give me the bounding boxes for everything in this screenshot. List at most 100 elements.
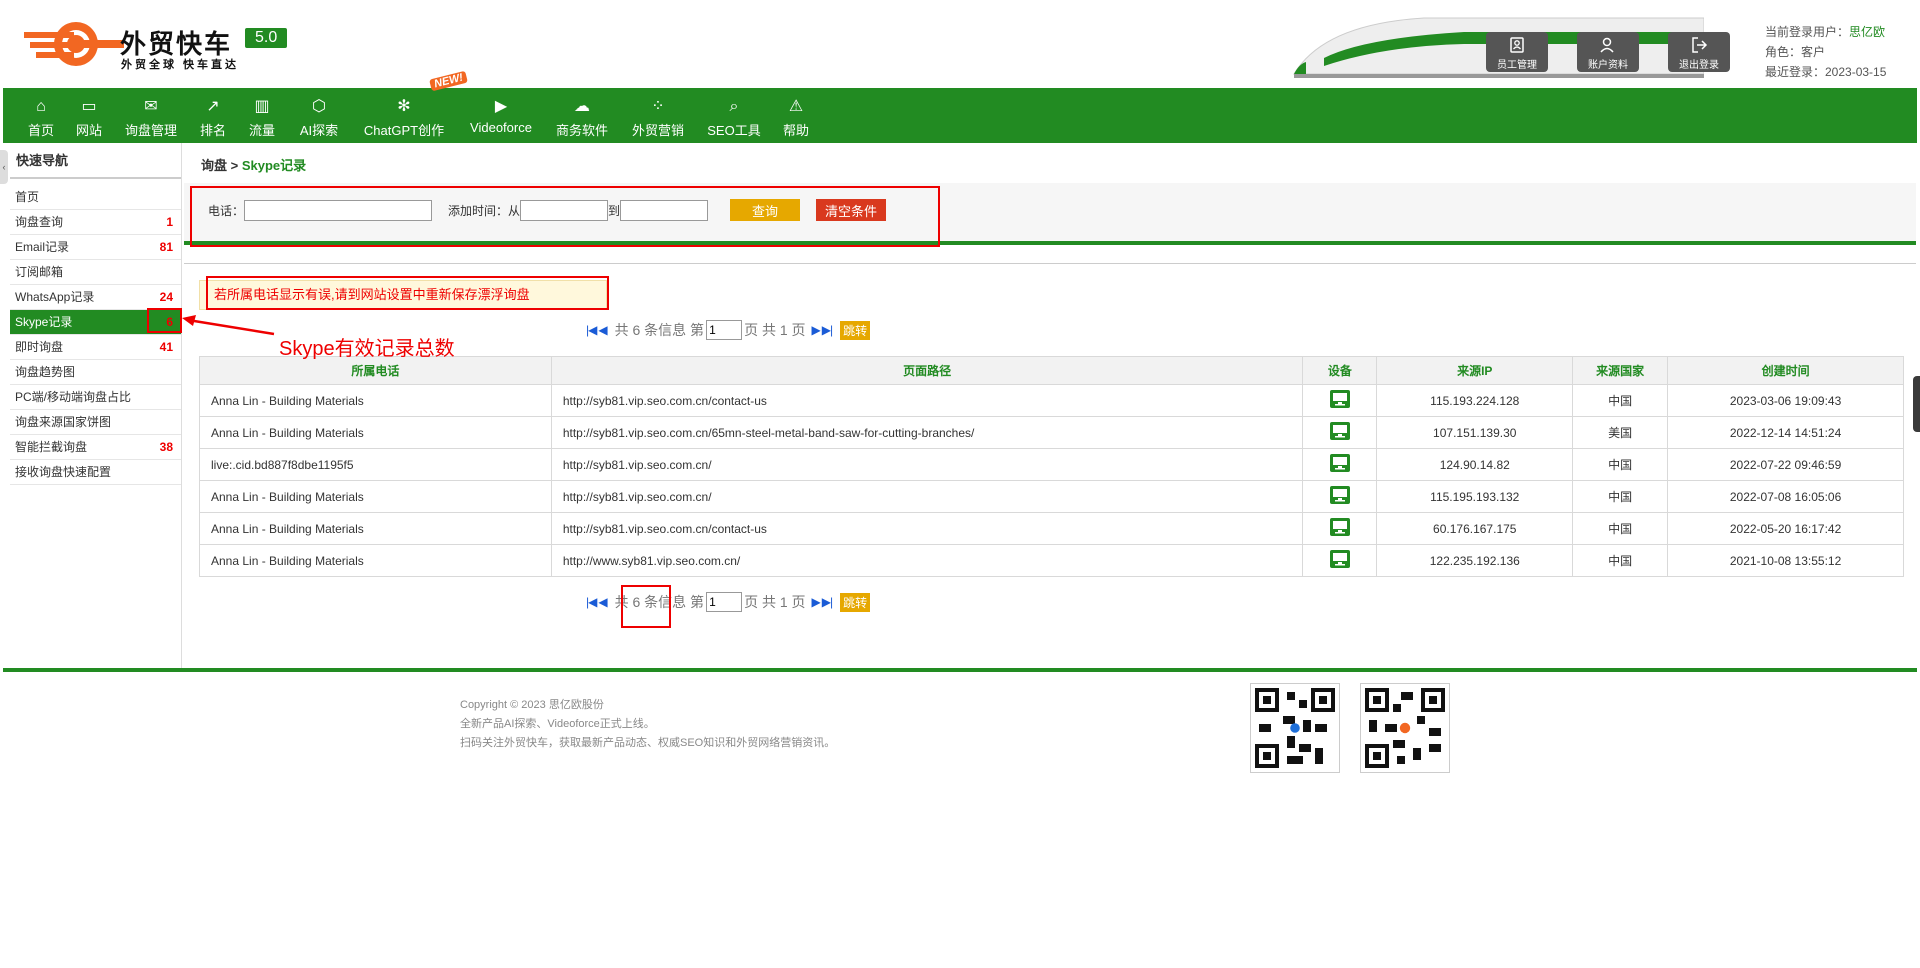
next-page-icon[interactable]: ▶ xyxy=(812,323,821,337)
sidebar-item-country-pie[interactable]: 询盘来源国家饼图 xyxy=(10,410,181,435)
nav-seo-tools[interactable]: ⌕ SEO工具 xyxy=(705,88,763,143)
cell-source-ip: 107.151.139.30 xyxy=(1376,416,1574,449)
table-row: Anna Lin - Building Materials http://syb8… xyxy=(199,384,1904,417)
staff-management-button[interactable]: 员工管理 xyxy=(1486,32,1548,72)
cell-country: 中国 xyxy=(1572,512,1669,545)
ai-icon: ⬡ xyxy=(312,98,326,115)
login-user-label: 当前登录用户： xyxy=(1765,25,1850,39)
prev-page-icon[interactable]: ◀ xyxy=(598,595,607,609)
cell-page-path: http://syb81.vip.seo.com.cn/ xyxy=(550,480,1304,513)
cell-device xyxy=(1302,384,1378,417)
cell-phone: live:.cid.bd887f8dbe1195f5 xyxy=(199,448,552,481)
search-icon: ⌕ xyxy=(729,98,739,115)
desktop-device-icon xyxy=(1329,550,1350,568)
user-role: 角色：客户 xyxy=(1765,45,1826,59)
sidebar-item-label: Email记录 xyxy=(15,240,70,254)
nav-label: 询盘管理 xyxy=(124,123,177,138)
bar-chart-icon: ▥ xyxy=(254,98,270,115)
nav-label: AI探索 xyxy=(299,123,339,138)
account-info-label: 账户资料 xyxy=(1588,60,1628,71)
first-page-icon[interactable]: |◀ xyxy=(586,595,597,609)
annotation-box-notice xyxy=(206,276,609,310)
logout-icon xyxy=(1692,37,1708,53)
nav-chatgpt[interactable]: ✻ ChatGPT创作 xyxy=(361,88,447,143)
sidebar-item-label: 接收询盘快速配置 xyxy=(15,465,112,479)
qr-code-icon xyxy=(1250,683,1340,773)
login-user-name[interactable]: 思亿欧 xyxy=(1849,25,1885,39)
breadcrumb-parent[interactable]: 询盘 xyxy=(201,158,227,173)
cell-page-path: http://www.syb81.vip.seo.com.cn/ xyxy=(550,544,1304,577)
main-nav: ⌂ 首页 ▭ 网站 ✉ 询盘管理 ↗ 排名 ▥ 流量 ⬡ AI探索 ✻ Chat… xyxy=(3,88,1917,143)
sidebar-item-inquiry-search[interactable]: 询盘查询 1 xyxy=(10,210,181,235)
sidebar-item-label: Skype记录 xyxy=(15,315,73,329)
nav-ranking[interactable]: ↗ 排名 xyxy=(197,88,229,143)
sidebar-item-count: 81 xyxy=(159,240,173,254)
nav-label: Videoforce xyxy=(470,120,532,135)
sidebar-collapse-handle[interactable]: ‹ xyxy=(0,150,8,184)
nav-inquiry-management[interactable]: ✉ 询盘管理 xyxy=(121,88,181,143)
last-page-icon[interactable]: ▶| xyxy=(822,595,833,609)
monitor-icon: ▭ xyxy=(81,98,97,115)
rank-icon: ↗ xyxy=(206,98,220,115)
cell-created: 2022-07-08 16:05:06 xyxy=(1667,480,1904,513)
page-number-input[interactable] xyxy=(706,320,743,340)
page-number-input[interactable] xyxy=(706,592,743,612)
go-button[interactable]: 跳转 xyxy=(840,320,871,340)
sidebar-item-email-records[interactable]: Email记录 81 xyxy=(10,235,181,260)
logout-button[interactable]: 退出登录 xyxy=(1668,32,1730,72)
cell-device xyxy=(1302,416,1378,449)
sidebar-item-device-ratio[interactable]: PC端/移动端询盘占比 xyxy=(10,385,181,410)
sidebar-item-count: 41 xyxy=(159,340,173,354)
right-float-handle[interactable] xyxy=(1913,376,1920,432)
cell-device xyxy=(1302,448,1378,481)
user-icon xyxy=(1600,37,1614,53)
annotation-arrow-icon xyxy=(182,315,275,336)
nav-label: 流量 xyxy=(248,123,275,138)
sidebar-item-label: 询盘来源国家饼图 xyxy=(15,415,112,429)
breadcrumb: 询盘 > Skype记录 xyxy=(201,155,306,174)
staff-management-label: 员工管理 xyxy=(1497,60,1537,71)
sidebar-item-smart-block[interactable]: 智能拦截询盘 38 xyxy=(10,435,181,460)
table-row: live:.cid.bd887f8dbe1195f5 http://syb81.v… xyxy=(199,448,1904,481)
cell-phone: Anna Lin - Building Materials xyxy=(199,512,552,545)
sidebar-item-inquiry-trend[interactable]: 询盘趋势图 xyxy=(10,360,181,385)
nav-traffic[interactable]: ▥ 流量 xyxy=(246,88,278,143)
nav-label: 首页 xyxy=(27,123,54,138)
last-page-icon[interactable]: ▶| xyxy=(822,323,833,337)
desktop-device-icon xyxy=(1329,454,1350,472)
col-device: 设备 xyxy=(1302,356,1378,385)
sidebar-item-subscriptions[interactable]: 订阅邮箱 xyxy=(10,260,181,285)
sidebar-item-count: 1 xyxy=(166,215,173,229)
nav-website[interactable]: ▭ 网站 xyxy=(71,88,107,143)
nav-videoforce[interactable]: ▶ Videoforce xyxy=(465,88,537,143)
nav-marketing[interactable]: ⁘ 外贸营销 xyxy=(629,88,687,143)
desktop-device-icon xyxy=(1329,486,1350,504)
first-page-icon[interactable]: |◀ xyxy=(586,323,597,337)
cell-phone: Anna Lin - Building Materials xyxy=(199,480,552,513)
brand-logo-icon[interactable] xyxy=(24,18,124,70)
logout-label: 退出登录 xyxy=(1679,60,1719,71)
sidebar-item-instant-inquiry[interactable]: 即时询盘 41 xyxy=(10,335,181,360)
col-page-path: 页面路径 xyxy=(550,356,1304,385)
sidebar-item-quick-config[interactable]: 接收询盘快速配置 xyxy=(10,460,181,485)
sidebar-item-whatsapp-records[interactable]: WhatsApp记录 24 xyxy=(10,285,181,310)
nav-ai-explore[interactable]: ⬡ AI探索 xyxy=(297,88,341,143)
table-row: Anna Lin - Building Materials http://syb8… xyxy=(199,512,1904,545)
desktop-device-icon xyxy=(1329,390,1350,408)
nav-home[interactable]: ⌂ 首页 xyxy=(23,88,59,143)
sidebar-item-count: 38 xyxy=(159,440,173,454)
sidebar-item-label: 询盘查询 xyxy=(15,215,64,229)
prev-page-icon[interactable]: ◀ xyxy=(598,323,607,337)
nav-help[interactable]: ⚠ 帮助 xyxy=(780,88,812,143)
cell-phone: Anna Lin - Building Materials xyxy=(199,416,552,449)
cell-device xyxy=(1302,480,1378,513)
nav-business-software[interactable]: ☁ 商务软件 xyxy=(553,88,611,143)
cell-source-ip: 124.90.14.82 xyxy=(1376,448,1574,481)
cell-device xyxy=(1302,512,1378,545)
cell-country: 中国 xyxy=(1572,544,1669,577)
next-page-icon[interactable]: ▶ xyxy=(812,595,821,609)
breadcrumb-separator: > xyxy=(227,158,242,173)
sidebar-item-home[interactable]: 首页 xyxy=(10,185,181,210)
go-button[interactable]: 跳转 xyxy=(840,592,871,612)
account-info-button[interactable]: 账户资料 xyxy=(1577,32,1639,72)
